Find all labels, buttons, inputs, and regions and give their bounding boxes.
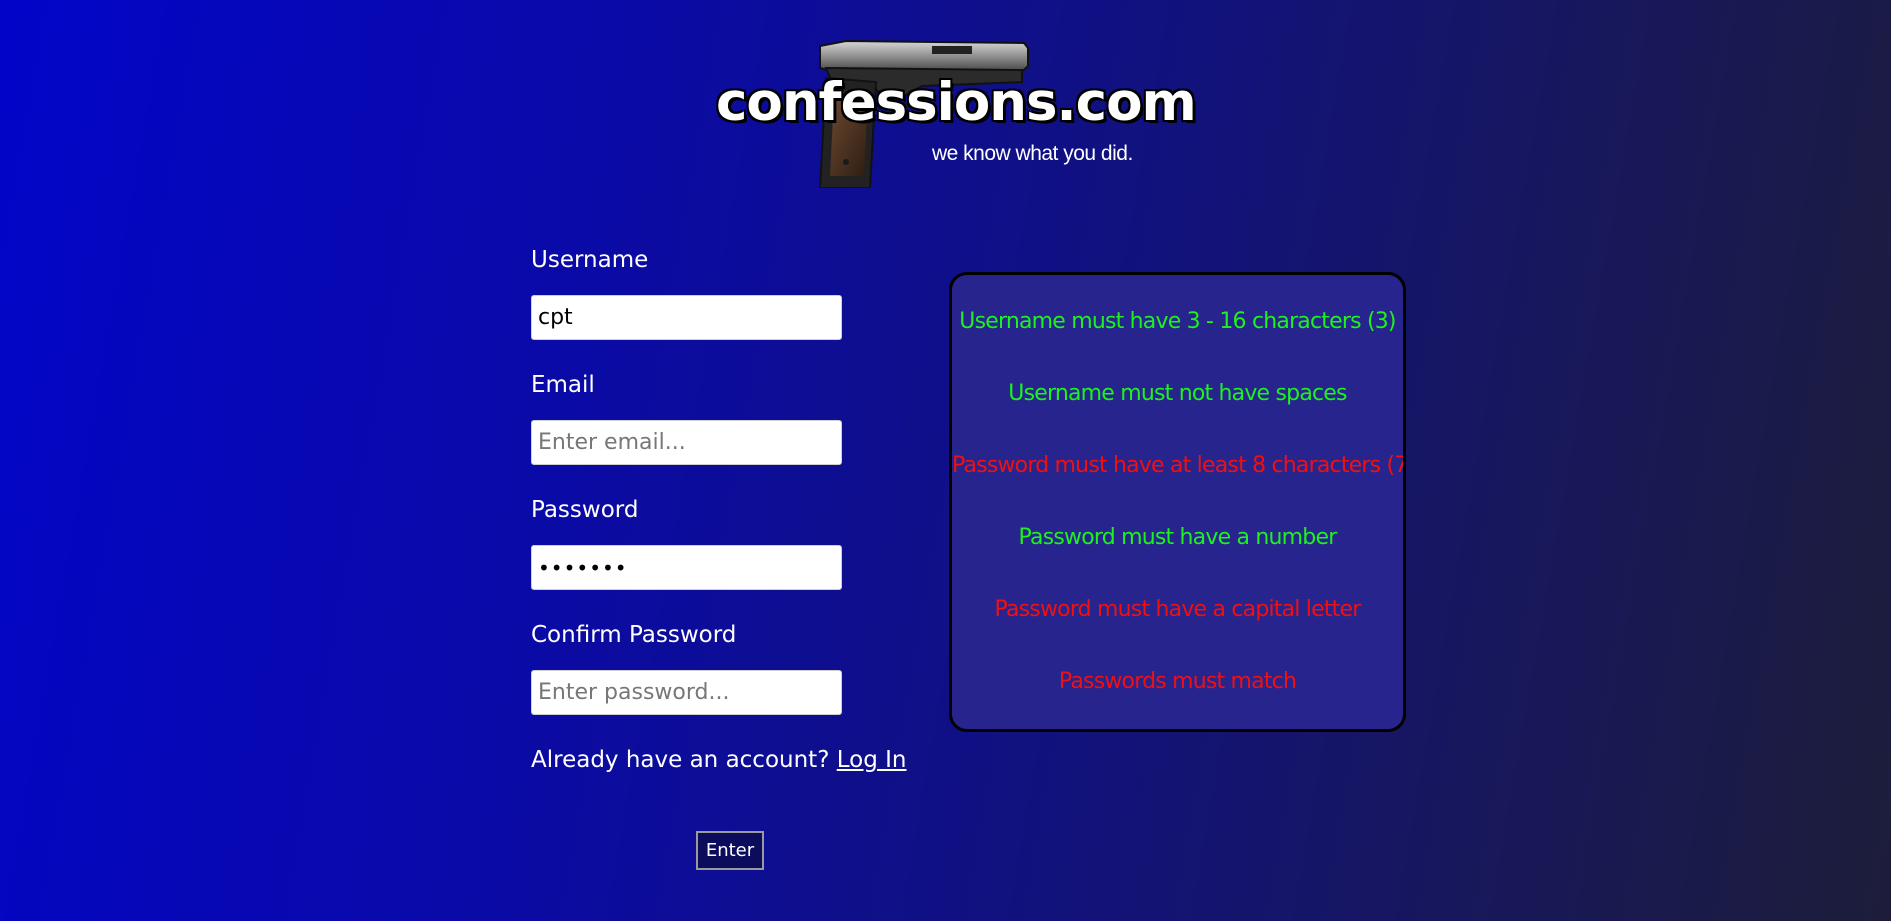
username-input[interactable] bbox=[531, 295, 842, 340]
rule-password-length: Password must have at least 8 characters… bbox=[952, 453, 1406, 478]
password-input[interactable] bbox=[531, 545, 842, 590]
login-link[interactable]: Log In bbox=[837, 747, 907, 773]
rule-passwords-match: Passwords must match bbox=[1058, 669, 1297, 694]
username-label: Username bbox=[531, 247, 649, 273]
login-prompt-text: Already have an account? bbox=[531, 747, 830, 773]
site-logo: confessions.com we know what you did. bbox=[715, 38, 1198, 188]
enter-button[interactable]: Enter bbox=[696, 831, 764, 870]
site-title: confessions.com bbox=[715, 71, 1198, 134]
site-tagline: we know what you did. bbox=[932, 142, 1133, 165]
rule-password-capital: Password must have a capital letter bbox=[994, 597, 1361, 622]
signup-form: Username Email Password Confirm Password… bbox=[531, 244, 906, 776]
email-input[interactable] bbox=[531, 420, 842, 465]
confirm-password-label: Confirm Password bbox=[531, 622, 737, 648]
confirm-password-input[interactable] bbox=[531, 670, 842, 715]
rule-password-number: Password must have a number bbox=[1018, 525, 1338, 550]
password-label: Password bbox=[531, 497, 639, 523]
login-prompt: Already have an account? Log In bbox=[531, 744, 906, 776]
email-label: Email bbox=[531, 372, 595, 398]
rule-username-no-spaces: Username must not have spaces bbox=[1008, 381, 1347, 406]
validation-rules-panel: Username must have 3 - 16 characters (3)… bbox=[949, 272, 1406, 732]
rule-username-length: Username must have 3 - 16 characters (3) bbox=[959, 309, 1396, 334]
